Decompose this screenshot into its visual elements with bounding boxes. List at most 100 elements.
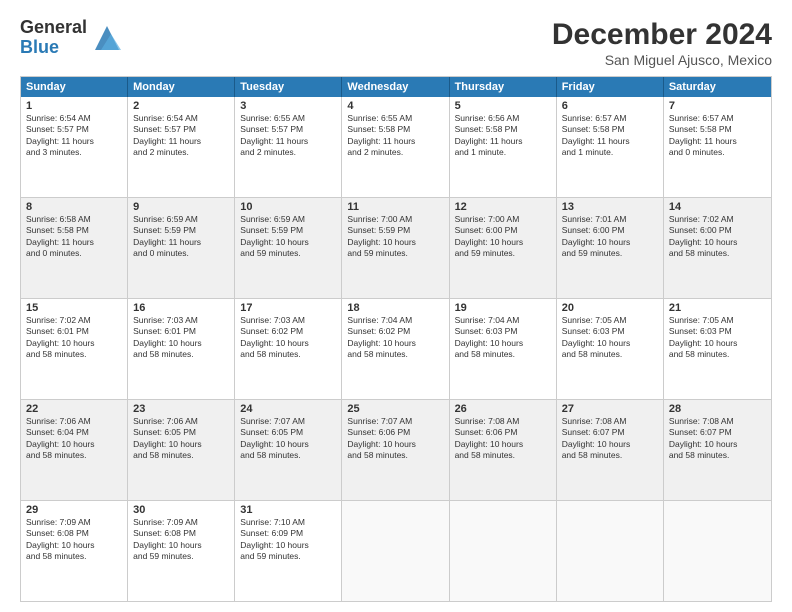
- day-number: 16: [133, 302, 229, 314]
- cell-info: Sunrise: 7:09 AMSunset: 6:08 PMDaylight:…: [26, 517, 122, 563]
- cell-info: Sunrise: 6:54 AMSunset: 5:57 PMDaylight:…: [133, 113, 229, 159]
- day-number: 10: [240, 201, 336, 213]
- day-number: 19: [455, 302, 551, 314]
- day-number: 3: [240, 100, 336, 112]
- day-number: 2: [133, 100, 229, 112]
- day-cell-23: 23Sunrise: 7:06 AMSunset: 6:05 PMDayligh…: [128, 400, 235, 500]
- calendar-body: 1Sunrise: 6:54 AMSunset: 5:57 PMDaylight…: [21, 97, 771, 601]
- cell-info: Sunrise: 6:55 AMSunset: 5:58 PMDaylight:…: [347, 113, 443, 159]
- day-cell-9: 9Sunrise: 6:59 AMSunset: 5:59 PMDaylight…: [128, 198, 235, 298]
- header-day-tuesday: Tuesday: [235, 77, 342, 97]
- day-cell-26: 26Sunrise: 7:08 AMSunset: 6:06 PMDayligh…: [450, 400, 557, 500]
- day-number: 29: [26, 504, 122, 516]
- logo-general: General: [20, 18, 87, 38]
- cell-info: Sunrise: 7:03 AMSunset: 6:02 PMDaylight:…: [240, 315, 336, 361]
- day-number: 22: [26, 403, 122, 415]
- empty-cell: [450, 501, 557, 601]
- month-title: December 2024: [552, 18, 772, 52]
- logo-blue: Blue: [20, 38, 87, 58]
- day-number: 18: [347, 302, 443, 314]
- cell-info: Sunrise: 7:04 AMSunset: 6:02 PMDaylight:…: [347, 315, 443, 361]
- day-cell-15: 15Sunrise: 7:02 AMSunset: 6:01 PMDayligh…: [21, 299, 128, 399]
- day-number: 8: [26, 201, 122, 213]
- day-cell-13: 13Sunrise: 7:01 AMSunset: 6:00 PMDayligh…: [557, 198, 664, 298]
- header-day-friday: Friday: [557, 77, 664, 97]
- day-number: 23: [133, 403, 229, 415]
- calendar-row-1: 1Sunrise: 6:54 AMSunset: 5:57 PMDaylight…: [21, 97, 771, 197]
- empty-cell: [342, 501, 449, 601]
- day-number: 20: [562, 302, 658, 314]
- cell-info: Sunrise: 7:10 AMSunset: 6:09 PMDaylight:…: [240, 517, 336, 563]
- day-cell-10: 10Sunrise: 6:59 AMSunset: 5:59 PMDayligh…: [235, 198, 342, 298]
- day-cell-3: 3Sunrise: 6:55 AMSunset: 5:57 PMDaylight…: [235, 97, 342, 197]
- day-cell-2: 2Sunrise: 6:54 AMSunset: 5:57 PMDaylight…: [128, 97, 235, 197]
- day-cell-18: 18Sunrise: 7:04 AMSunset: 6:02 PMDayligh…: [342, 299, 449, 399]
- calendar-row-3: 15Sunrise: 7:02 AMSunset: 6:01 PMDayligh…: [21, 298, 771, 399]
- day-cell-12: 12Sunrise: 7:00 AMSunset: 6:00 PMDayligh…: [450, 198, 557, 298]
- day-cell-22: 22Sunrise: 7:06 AMSunset: 6:04 PMDayligh…: [21, 400, 128, 500]
- day-cell-14: 14Sunrise: 7:02 AMSunset: 6:00 PMDayligh…: [664, 198, 771, 298]
- header: General Blue December 2024 San Miguel Aj…: [20, 18, 772, 68]
- day-number: 31: [240, 504, 336, 516]
- day-number: 14: [669, 201, 766, 213]
- cell-info: Sunrise: 7:07 AMSunset: 6:06 PMDaylight:…: [347, 416, 443, 462]
- calendar: SundayMondayTuesdayWednesdayThursdayFrid…: [20, 76, 772, 602]
- day-number: 26: [455, 403, 551, 415]
- day-number: 7: [669, 100, 766, 112]
- day-cell-4: 4Sunrise: 6:55 AMSunset: 5:58 PMDaylight…: [342, 97, 449, 197]
- day-number: 30: [133, 504, 229, 516]
- calendar-row-5: 29Sunrise: 7:09 AMSunset: 6:08 PMDayligh…: [21, 500, 771, 601]
- cell-info: Sunrise: 7:00 AMSunset: 5:59 PMDaylight:…: [347, 214, 443, 260]
- day-number: 17: [240, 302, 336, 314]
- calendar-row-4: 22Sunrise: 7:06 AMSunset: 6:04 PMDayligh…: [21, 399, 771, 500]
- day-cell-5: 5Sunrise: 6:56 AMSunset: 5:58 PMDaylight…: [450, 97, 557, 197]
- day-number: 11: [347, 201, 443, 213]
- day-number: 21: [669, 302, 766, 314]
- day-cell-28: 28Sunrise: 7:08 AMSunset: 6:07 PMDayligh…: [664, 400, 771, 500]
- day-number: 27: [562, 403, 658, 415]
- empty-cell: [557, 501, 664, 601]
- day-number: 1: [26, 100, 122, 112]
- cell-info: Sunrise: 7:08 AMSunset: 6:07 PMDaylight:…: [562, 416, 658, 462]
- day-cell-21: 21Sunrise: 7:05 AMSunset: 6:03 PMDayligh…: [664, 299, 771, 399]
- day-cell-7: 7Sunrise: 6:57 AMSunset: 5:58 PMDaylight…: [664, 97, 771, 197]
- cell-info: Sunrise: 7:05 AMSunset: 6:03 PMDaylight:…: [669, 315, 766, 361]
- day-cell-30: 30Sunrise: 7:09 AMSunset: 6:08 PMDayligh…: [128, 501, 235, 601]
- cell-info: Sunrise: 7:09 AMSunset: 6:08 PMDaylight:…: [133, 517, 229, 563]
- cell-info: Sunrise: 6:59 AMSunset: 5:59 PMDaylight:…: [240, 214, 336, 260]
- day-cell-20: 20Sunrise: 7:05 AMSunset: 6:03 PMDayligh…: [557, 299, 664, 399]
- day-number: 9: [133, 201, 229, 213]
- cell-info: Sunrise: 6:59 AMSunset: 5:59 PMDaylight:…: [133, 214, 229, 260]
- day-cell-25: 25Sunrise: 7:07 AMSunset: 6:06 PMDayligh…: [342, 400, 449, 500]
- header-day-sunday: Sunday: [21, 77, 128, 97]
- cell-info: Sunrise: 7:03 AMSunset: 6:01 PMDaylight:…: [133, 315, 229, 361]
- day-cell-11: 11Sunrise: 7:00 AMSunset: 5:59 PMDayligh…: [342, 198, 449, 298]
- cell-info: Sunrise: 6:56 AMSunset: 5:58 PMDaylight:…: [455, 113, 551, 159]
- logo-icon: [91, 22, 123, 54]
- day-cell-27: 27Sunrise: 7:08 AMSunset: 6:07 PMDayligh…: [557, 400, 664, 500]
- day-cell-24: 24Sunrise: 7:07 AMSunset: 6:05 PMDayligh…: [235, 400, 342, 500]
- day-number: 6: [562, 100, 658, 112]
- cell-info: Sunrise: 6:54 AMSunset: 5:57 PMDaylight:…: [26, 113, 122, 159]
- cell-info: Sunrise: 7:06 AMSunset: 6:04 PMDaylight:…: [26, 416, 122, 462]
- header-day-wednesday: Wednesday: [342, 77, 449, 97]
- day-cell-19: 19Sunrise: 7:04 AMSunset: 6:03 PMDayligh…: [450, 299, 557, 399]
- day-cell-31: 31Sunrise: 7:10 AMSunset: 6:09 PMDayligh…: [235, 501, 342, 601]
- day-number: 13: [562, 201, 658, 213]
- cell-info: Sunrise: 7:00 AMSunset: 6:00 PMDaylight:…: [455, 214, 551, 260]
- calendar-row-2: 8Sunrise: 6:58 AMSunset: 5:58 PMDaylight…: [21, 197, 771, 298]
- cell-info: Sunrise: 7:04 AMSunset: 6:03 PMDaylight:…: [455, 315, 551, 361]
- cell-info: Sunrise: 7:08 AMSunset: 6:07 PMDaylight:…: [669, 416, 766, 462]
- header-day-monday: Monday: [128, 77, 235, 97]
- day-number: 15: [26, 302, 122, 314]
- cell-info: Sunrise: 7:02 AMSunset: 6:01 PMDaylight:…: [26, 315, 122, 361]
- header-day-thursday: Thursday: [450, 77, 557, 97]
- day-number: 28: [669, 403, 766, 415]
- day-cell-8: 8Sunrise: 6:58 AMSunset: 5:58 PMDaylight…: [21, 198, 128, 298]
- cell-info: Sunrise: 7:06 AMSunset: 6:05 PMDaylight:…: [133, 416, 229, 462]
- header-day-saturday: Saturday: [664, 77, 771, 97]
- cell-info: Sunrise: 6:57 AMSunset: 5:58 PMDaylight:…: [562, 113, 658, 159]
- cell-info: Sunrise: 7:07 AMSunset: 6:05 PMDaylight:…: [240, 416, 336, 462]
- logo-text: General Blue: [20, 18, 87, 58]
- day-number: 25: [347, 403, 443, 415]
